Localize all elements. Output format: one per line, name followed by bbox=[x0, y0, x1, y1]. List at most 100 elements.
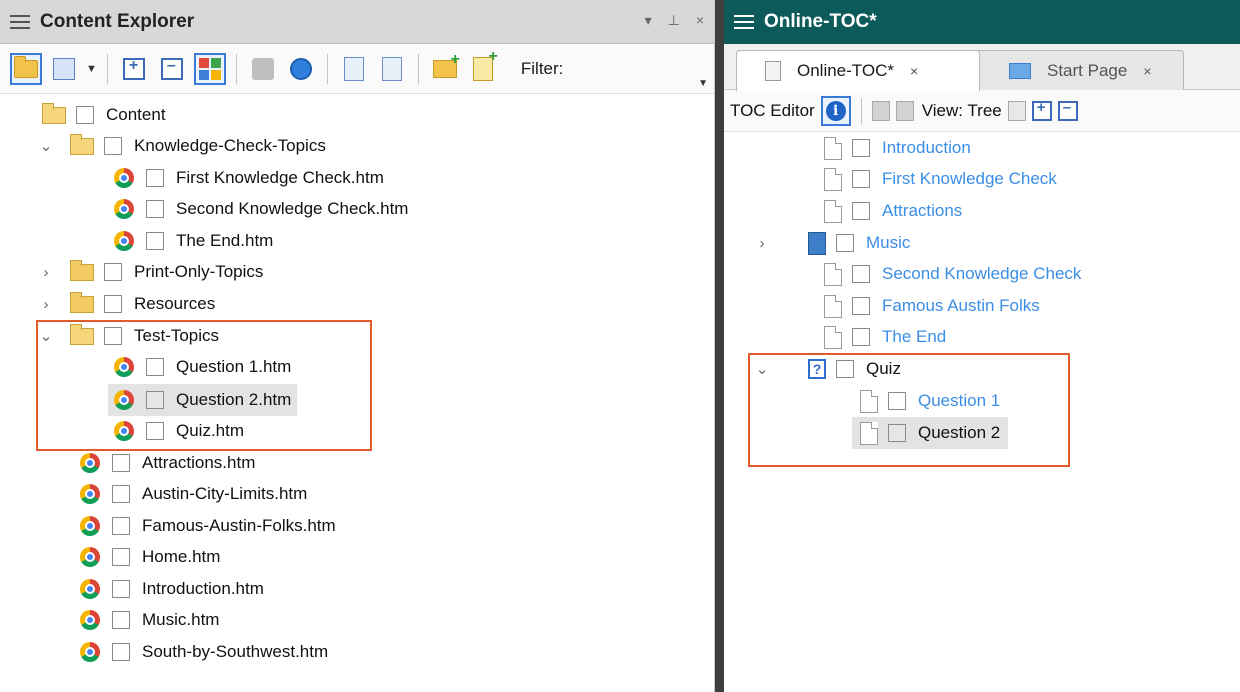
tree-file[interactable]: Music.htm bbox=[80, 605, 219, 635]
chevron-right-icon[interactable]: › bbox=[38, 296, 54, 313]
checkbox[interactable] bbox=[146, 232, 164, 250]
tree-item-label: Second Knowledge Check.htm bbox=[176, 199, 409, 218]
tree-file[interactable]: Attractions.htm bbox=[80, 448, 255, 478]
toolbar-overflow-icon[interactable]: ▼ bbox=[698, 78, 708, 89]
checkbox[interactable] bbox=[112, 611, 130, 629]
chrome-icon bbox=[114, 168, 134, 188]
close-icon[interactable]: × bbox=[696, 12, 704, 29]
tree-file[interactable]: Introduction.htm bbox=[80, 574, 264, 604]
tree-file[interactable]: Second Knowledge Check.htm bbox=[114, 194, 408, 224]
hamburger-menu-icon[interactable] bbox=[10, 14, 30, 29]
close-tab-icon[interactable]: × bbox=[910, 63, 918, 79]
checkbox[interactable] bbox=[852, 202, 870, 220]
toolbar-divider bbox=[860, 97, 862, 124]
tree-folder[interactable]: › Resources bbox=[38, 289, 215, 319]
chevron-down-icon[interactable]: ⌄ bbox=[38, 137, 54, 155]
tree-file[interactable]: Home.htm bbox=[80, 542, 220, 572]
tree-item-label: Print-Only-Topics bbox=[134, 262, 264, 281]
tree-file[interactable]: Famous-Austin-Folks.htm bbox=[80, 511, 336, 541]
preview-doc-icon bbox=[381, 56, 402, 81]
content-explorer-panel: Content Explorer ▾ ⊥ × ▼ Filter: ▼ bbox=[0, 0, 715, 692]
toc-item-label: The End bbox=[882, 327, 947, 346]
folder-open-icon bbox=[42, 102, 66, 124]
checkbox[interactable] bbox=[146, 200, 164, 218]
checkbox[interactable] bbox=[104, 295, 122, 313]
expand-all-button[interactable] bbox=[118, 53, 150, 85]
chevron-right-icon[interactable]: › bbox=[38, 264, 54, 281]
checkbox[interactable] bbox=[76, 106, 94, 124]
checkbox[interactable] bbox=[836, 234, 854, 252]
view-mode-button[interactable] bbox=[48, 53, 80, 85]
toc-item[interactable]: Attractions bbox=[824, 196, 962, 226]
collapse-all-icon[interactable] bbox=[1057, 99, 1078, 121]
open-button[interactable] bbox=[247, 53, 279, 85]
page-icon bbox=[824, 199, 842, 223]
view-mode-dropdown-icon[interactable]: ▼ bbox=[86, 63, 97, 75]
toc-item-label: First Knowledge Check bbox=[882, 169, 1057, 188]
checkbox[interactable] bbox=[146, 169, 164, 187]
toc-editor-label: TOC Editor bbox=[730, 100, 815, 120]
chrome-icon bbox=[80, 547, 100, 567]
properties-icon[interactable] bbox=[1007, 100, 1026, 121]
checkbox[interactable] bbox=[112, 485, 130, 503]
tree-file[interactable]: Austin-City-Limits.htm bbox=[80, 479, 307, 509]
tree-item-label: Music.htm bbox=[142, 610, 220, 629]
checkbox[interactable] bbox=[852, 170, 870, 188]
close-tab-icon[interactable]: × bbox=[1143, 63, 1151, 79]
tree-root-content[interactable]: Content bbox=[42, 100, 166, 130]
checkbox[interactable] bbox=[852, 328, 870, 346]
new-topic-icon bbox=[472, 48, 498, 81]
import-button[interactable] bbox=[338, 53, 370, 85]
tree-item-label: First Knowledge Check.htm bbox=[176, 168, 384, 187]
toc-item[interactable]: First Knowledge Check bbox=[824, 164, 1057, 194]
info-button[interactable]: i bbox=[820, 95, 851, 126]
checkbox[interactable] bbox=[104, 263, 122, 281]
refresh-button[interactable] bbox=[285, 53, 317, 85]
delete-icon[interactable] bbox=[895, 100, 914, 121]
show-file-icons-button[interactable] bbox=[193, 52, 226, 85]
new-topic-button[interactable] bbox=[467, 48, 499, 85]
panel-dropdown-icon[interactable]: ▾ bbox=[645, 12, 652, 29]
content-explorer-title-bar: Content Explorer ▾ ⊥ × bbox=[0, 0, 714, 44]
toc-item[interactable]: Famous Austin Folks bbox=[824, 291, 1040, 321]
tree-file[interactable]: The End.htm bbox=[114, 226, 273, 256]
checkbox[interactable] bbox=[852, 297, 870, 315]
checkbox[interactable] bbox=[104, 137, 122, 155]
toc-item[interactable]: The End bbox=[824, 322, 946, 352]
tab-start-page[interactable]: Start Page × bbox=[974, 50, 1184, 90]
tree-item-label: Austin-City-Limits.htm bbox=[142, 484, 308, 503]
expand-all-icon[interactable] bbox=[1031, 99, 1052, 121]
view-mode-selector[interactable]: View: Tree bbox=[922, 101, 1002, 121]
folder-icon bbox=[70, 291, 94, 313]
highlight-annotation-box bbox=[36, 320, 372, 451]
panel-title: Online-TOC* bbox=[764, 11, 877, 32]
tree-folder[interactable]: › Print-Only-Topics bbox=[38, 257, 263, 287]
hamburger-menu-icon[interactable] bbox=[734, 15, 754, 29]
toc-item[interactable]: Second Knowledge Check bbox=[824, 259, 1081, 289]
tree-file[interactable]: South-by-Southwest.htm bbox=[80, 637, 328, 667]
tab-online-toc[interactable]: Online-TOC* × bbox=[736, 50, 980, 91]
panel-title: Content Explorer bbox=[40, 10, 195, 32]
pin-icon[interactable]: ⊥ bbox=[668, 12, 680, 29]
checkbox[interactable] bbox=[852, 139, 870, 157]
collapse-all-button[interactable] bbox=[156, 53, 188, 85]
preview-button[interactable] bbox=[376, 53, 408, 85]
tree-folder[interactable]: ⌄ Knowledge-Check-Topics bbox=[38, 131, 326, 161]
checkbox[interactable] bbox=[112, 643, 130, 661]
checkbox[interactable] bbox=[112, 548, 130, 566]
checkbox[interactable] bbox=[852, 265, 870, 283]
tree-file[interactable]: First Knowledge Check.htm bbox=[114, 163, 384, 193]
chevron-right-icon[interactable]: › bbox=[754, 235, 770, 252]
panel-splitter[interactable] bbox=[715, 0, 724, 692]
cut-icon[interactable] bbox=[871, 100, 890, 121]
toc-item[interactable]: Introduction bbox=[824, 133, 971, 163]
checkbox[interactable] bbox=[112, 454, 130, 472]
show-folders-button[interactable] bbox=[10, 52, 42, 85]
tree-item-label: Attractions.htm bbox=[142, 453, 256, 472]
new-folder-icon bbox=[432, 51, 460, 78]
open-arrow-icon bbox=[251, 57, 274, 80]
new-folder-button[interactable] bbox=[429, 51, 461, 85]
checkbox[interactable] bbox=[112, 517, 130, 535]
toc-book[interactable]: › Music bbox=[754, 228, 910, 258]
checkbox[interactable] bbox=[112, 580, 130, 598]
